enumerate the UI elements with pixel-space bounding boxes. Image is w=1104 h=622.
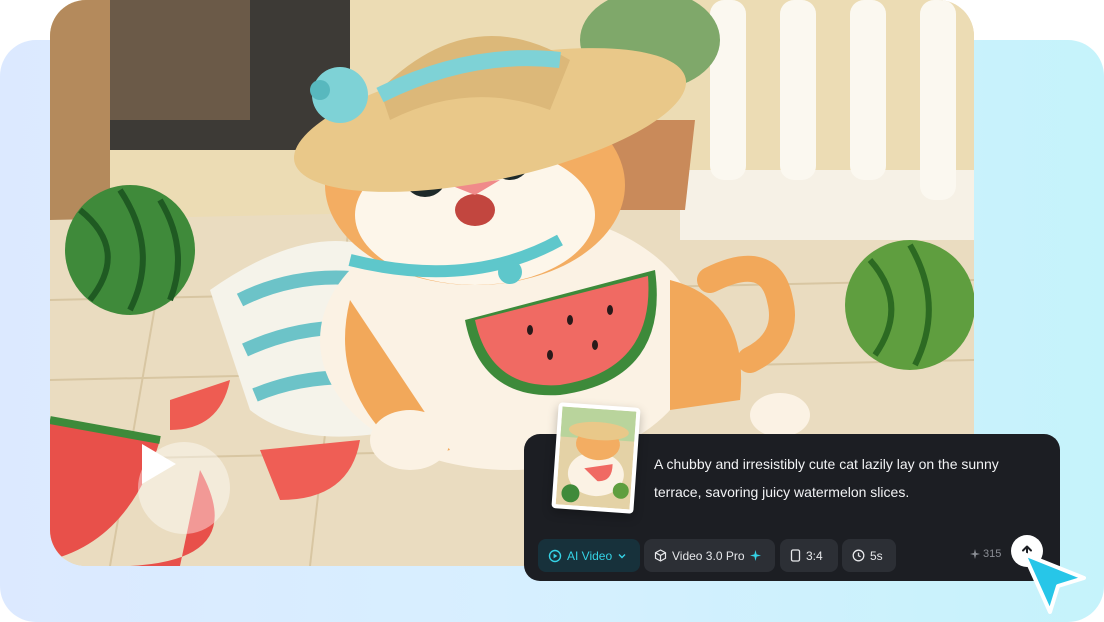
prompt-text[interactable]: A chubby and irresistibly cute cat lazil… (654, 450, 1034, 506)
ratio-label: 3:4 (806, 548, 823, 563)
duration-label: 5s (870, 548, 883, 563)
sparkle-icon (749, 550, 761, 561)
thumbnail-image (555, 406, 637, 510)
play-button[interactable] (138, 442, 230, 534)
chevron-down-icon (618, 553, 626, 558)
mode-label: AI Video (567, 548, 613, 563)
credits-counter: 315 (970, 544, 1001, 564)
aspect-ratio-icon (790, 549, 801, 562)
credits-value: 315 (983, 548, 1002, 560)
reference-image-thumbnail[interactable] (551, 402, 641, 514)
clock-icon (852, 549, 865, 562)
aspect-ratio-selector[interactable]: 3:4 (780, 539, 838, 572)
mode-selector[interactable]: AI Video (538, 539, 640, 572)
play-icon (142, 444, 176, 484)
model-selector[interactable]: Video 3.0 Pro (644, 539, 775, 572)
duration-selector[interactable]: 5s (842, 539, 896, 572)
cube-icon (654, 549, 667, 562)
model-label: Video 3.0 Pro (672, 548, 745, 563)
cursor-icon (1022, 552, 1086, 614)
video-play-icon (548, 549, 562, 562)
sparkle-credit-icon (970, 549, 980, 559)
